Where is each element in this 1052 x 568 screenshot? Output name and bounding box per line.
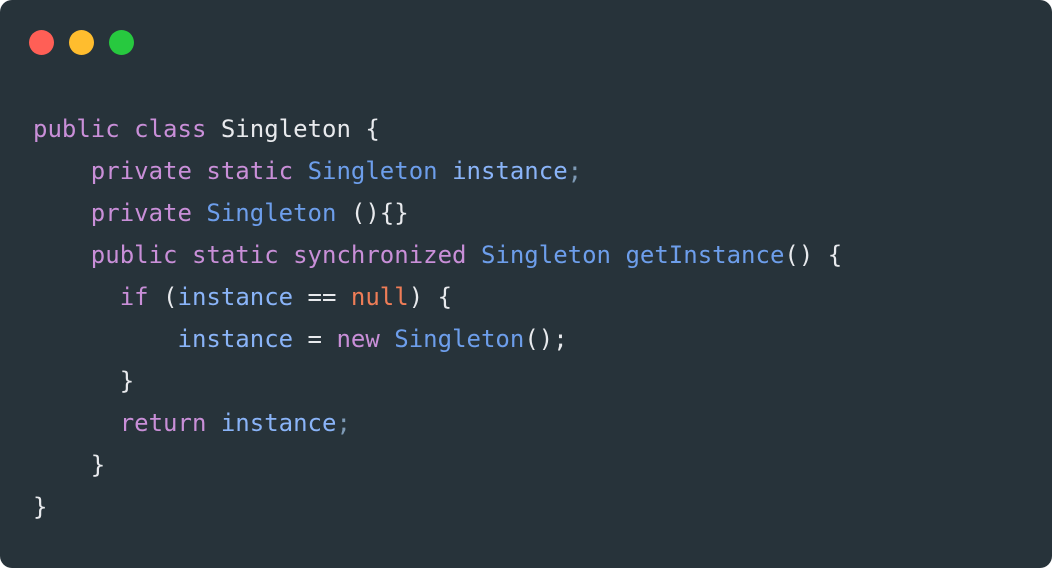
code-token-punctuation: ;: [567, 157, 583, 185]
code-token-plain: }: [119, 367, 135, 395]
code-token-plain: ();: [524, 325, 568, 353]
code-line: }: [33, 486, 1052, 528]
code-line: }: [33, 360, 1052, 402]
code-token-literal: null: [350, 283, 409, 311]
code-snippet-window: public class Singleton { private static …: [0, 0, 1052, 568]
code-token-plain: (: [148, 283, 178, 311]
code-token-type: Singleton: [480, 241, 611, 269]
code-token-plain: }: [90, 451, 106, 479]
code-token-plain: {: [365, 115, 380, 143]
code-token-punctuation: ;: [336, 409, 351, 437]
code-token-keyword: return: [119, 409, 207, 437]
window-titlebar: [0, 0, 1052, 84]
code-line: public static synchronized Singleton get…: [33, 234, 1052, 276]
code-line: }: [33, 444, 1052, 486]
code-token-variable: instance: [452, 157, 568, 185]
minimize-window-button[interactable]: [69, 29, 94, 55]
code-line: instance = new Singleton();: [33, 318, 1052, 360]
code-block[interactable]: public class Singleton { private static …: [33, 108, 1052, 528]
code-token-keyword: new: [336, 325, 380, 353]
code-token-keyword: public: [90, 241, 178, 269]
code-line: private static Singleton instance;: [33, 150, 1052, 192]
code-token-keyword: public: [33, 115, 120, 143]
maximize-window-button[interactable]: [109, 29, 134, 55]
code-token-keyword: class: [134, 115, 207, 143]
code-token-function: getInstance: [625, 241, 785, 269]
close-window-button[interactable]: [29, 29, 54, 55]
code-token-plain: =: [293, 325, 337, 353]
code-token-type: Singleton: [307, 157, 438, 185]
code-line: private Singleton (){}: [33, 192, 1052, 234]
code-token-plain: ==: [293, 283, 351, 311]
code-token-keyword: synchronized: [293, 241, 467, 269]
code-token-keyword: static: [206, 157, 294, 185]
code-token-keyword: if: [119, 283, 149, 311]
code-token-plain: () {: [784, 241, 843, 269]
code-line: return instance;: [33, 402, 1052, 444]
code-token-plain: Singleton: [220, 115, 351, 143]
code-line: public class Singleton {: [33, 108, 1052, 150]
code-token-variable: instance: [177, 283, 294, 311]
code-line: if (instance == null) {: [33, 276, 1052, 318]
code-token-keyword: static: [191, 241, 279, 269]
code-token-keyword: private: [90, 157, 192, 185]
code-token-variable: instance: [220, 409, 337, 437]
code-token-keyword: private: [90, 199, 192, 227]
code-token-type: Singleton: [394, 325, 525, 353]
code-token-plain: }: [33, 493, 48, 521]
code-token-plain: ) {: [408, 283, 453, 311]
code-token-variable: instance: [177, 325, 294, 353]
code-token-plain: (){}: [350, 199, 409, 227]
code-token-type: Singleton: [206, 199, 337, 227]
